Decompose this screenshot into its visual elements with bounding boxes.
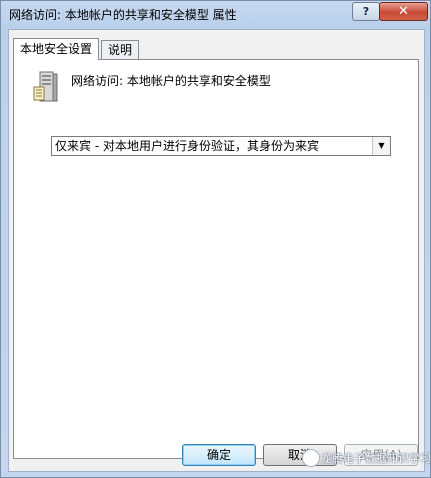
tab-local-security-setting[interactable]: 本地安全设置 xyxy=(13,38,100,60)
properties-dialog: 网络访问: 本地帐户的共享和安全模型 属性 ? ✕ 本地安全设置 说明 网络访问… xyxy=(0,0,431,478)
tab-panel: 网络访问: 本地帐户的共享和安全模型 仅来宾 - 对本地用户进行身份验证，其身份… xyxy=(13,59,419,459)
policy-title: 网络访问: 本地帐户的共享和安全模型 xyxy=(71,74,271,88)
chevron-down-icon[interactable]: ▼ xyxy=(372,137,390,155)
ok-button[interactable]: 确定 xyxy=(182,444,256,466)
watermark-logo-icon xyxy=(302,449,320,467)
title-bar[interactable]: 网络访问: 本地帐户的共享和安全模型 属性 ? ✕ xyxy=(1,1,430,27)
window-title: 网络访问: 本地帐户的共享和安全模型 属性 xyxy=(9,8,237,22)
tab-strip: 本地安全设置 说明 xyxy=(13,38,413,60)
dialog-client-area: 本地安全设置 说明 网络访问: 本地帐户的共享和安全模型 仅来宾 - 对本地用户… xyxy=(8,29,425,472)
watermark: 龙腾电子数据知识学习 xyxy=(302,446,431,470)
help-button[interactable]: ? xyxy=(352,2,380,21)
tab-explain[interactable]: 说明 xyxy=(101,40,140,59)
select-value: 仅来宾 - 对本地用户进行身份验证，其身份为来宾 xyxy=(55,139,319,153)
sharing-model-select[interactable]: 仅来宾 - 对本地用户进行身份验证，其身份为来宾 ▼ xyxy=(51,136,391,156)
watermark-text: 龙腾电子数据知识学习 xyxy=(321,452,431,465)
close-button[interactable]: ✕ xyxy=(379,2,428,21)
server-icon xyxy=(33,71,58,102)
